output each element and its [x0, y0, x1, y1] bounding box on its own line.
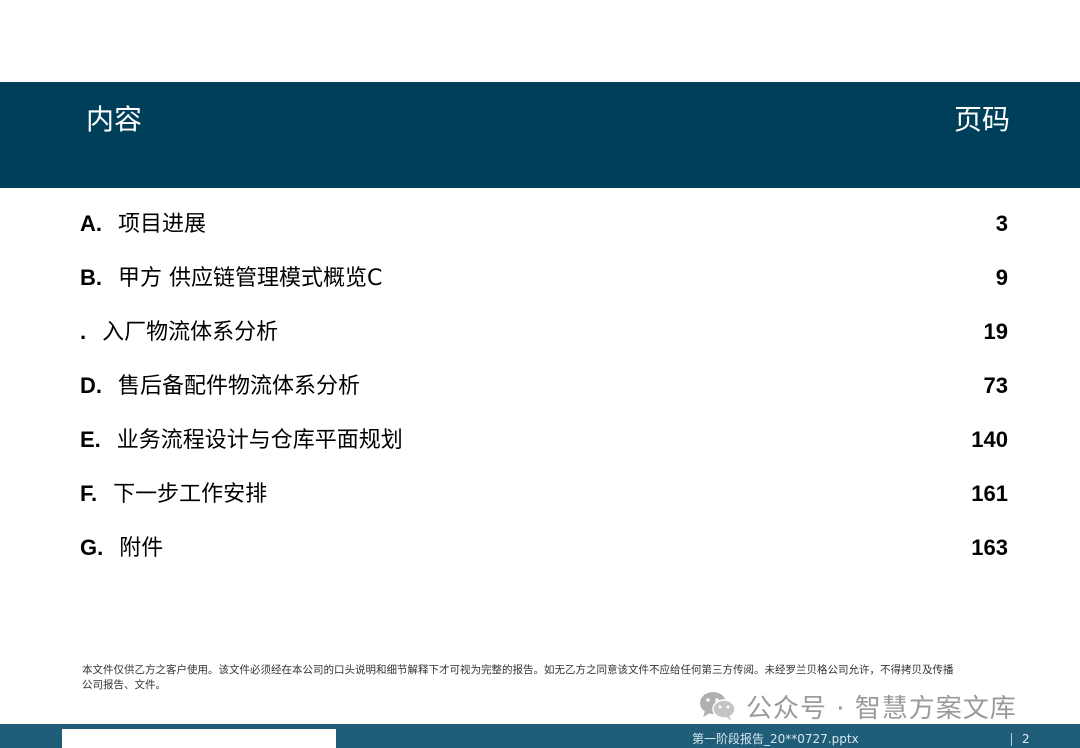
- contents-heading: 内容: [86, 103, 143, 136]
- toc-title: 附件: [119, 536, 164, 561]
- toc-letter: A.: [80, 211, 102, 236]
- footer-page-number: 2: [1022, 732, 1030, 746]
- toc-letter: F.: [80, 481, 98, 506]
- toc-title: 甲方 供应链管理模式概览C: [118, 266, 383, 291]
- footer-divider: [1011, 733, 1012, 746]
- toc-title: 项目进展: [118, 212, 207, 237]
- toc-row-g[interactable]: G. 附件 163: [0, 522, 1080, 576]
- toc-row-a[interactable]: A. 项目进展 3: [0, 198, 1080, 252]
- toc-row-b[interactable]: B. 甲方 供应链管理模式概览C 9: [0, 252, 1080, 306]
- footer-bar: 第一阶段报告_20**0727.pptx 2: [0, 724, 1080, 748]
- toc-label: D. 售后备配件物流体系分析: [80, 370, 360, 403]
- toc-page-number: 163: [971, 535, 1008, 560]
- toc-page-number: 19: [983, 319, 1008, 344]
- toc-title: 下一步工作安排: [113, 482, 268, 507]
- toc-row-c[interactable]: . 入厂物流体系分析 19: [0, 306, 1080, 360]
- toc-label: . 入厂物流体系分析: [80, 316, 278, 349]
- toc-title: 售后备配件物流体系分析: [118, 374, 361, 399]
- toc-page-number: 73: [983, 373, 1008, 398]
- toc-title: 入厂物流体系分析: [102, 320, 279, 345]
- toc-label: F. 下一步工作安排: [80, 478, 267, 511]
- toc-label: A. 项目进展: [80, 208, 206, 241]
- toc-label: E. 业务流程设计与仓库平面规划: [80, 424, 403, 457]
- toc-letter: G.: [80, 535, 104, 560]
- toc-letter: .: [80, 319, 87, 344]
- toc-page-number: 3: [995, 211, 1008, 236]
- header-band: 内容 页码: [0, 82, 1080, 188]
- toc-label: G. 附件: [80, 532, 163, 565]
- toc-letter: D.: [80, 373, 102, 398]
- page-heading: 页码: [953, 103, 1010, 136]
- footer-logo-area: [62, 729, 336, 748]
- toc-row-d[interactable]: D. 售后备配件物流体系分析 73: [0, 360, 1080, 414]
- toc-page-number: 9: [995, 265, 1008, 290]
- toc-label: B. 甲方 供应链管理模式概览C: [80, 262, 382, 295]
- toc-letter: B.: [80, 265, 102, 290]
- toc-row-e[interactable]: E. 业务流程设计与仓库平面规划 140: [0, 414, 1080, 468]
- watermark-text: 公众号 · 智慧方案文库: [746, 693, 1017, 724]
- toc-page-number: 161: [971, 481, 1008, 506]
- wechat-icon: [700, 692, 736, 721]
- toc-letter: E.: [80, 427, 101, 452]
- watermark: 公众号 · 智慧方案文库: [698, 686, 1017, 726]
- toc-page-number: 140: [971, 427, 1008, 452]
- toc-title: 业务流程设计与仓库平面规划: [116, 428, 403, 453]
- footer-filename: 第一阶段报告_20**0727.pptx: [692, 732, 859, 746]
- toc-row-f[interactable]: F. 下一步工作安排 161: [0, 468, 1080, 522]
